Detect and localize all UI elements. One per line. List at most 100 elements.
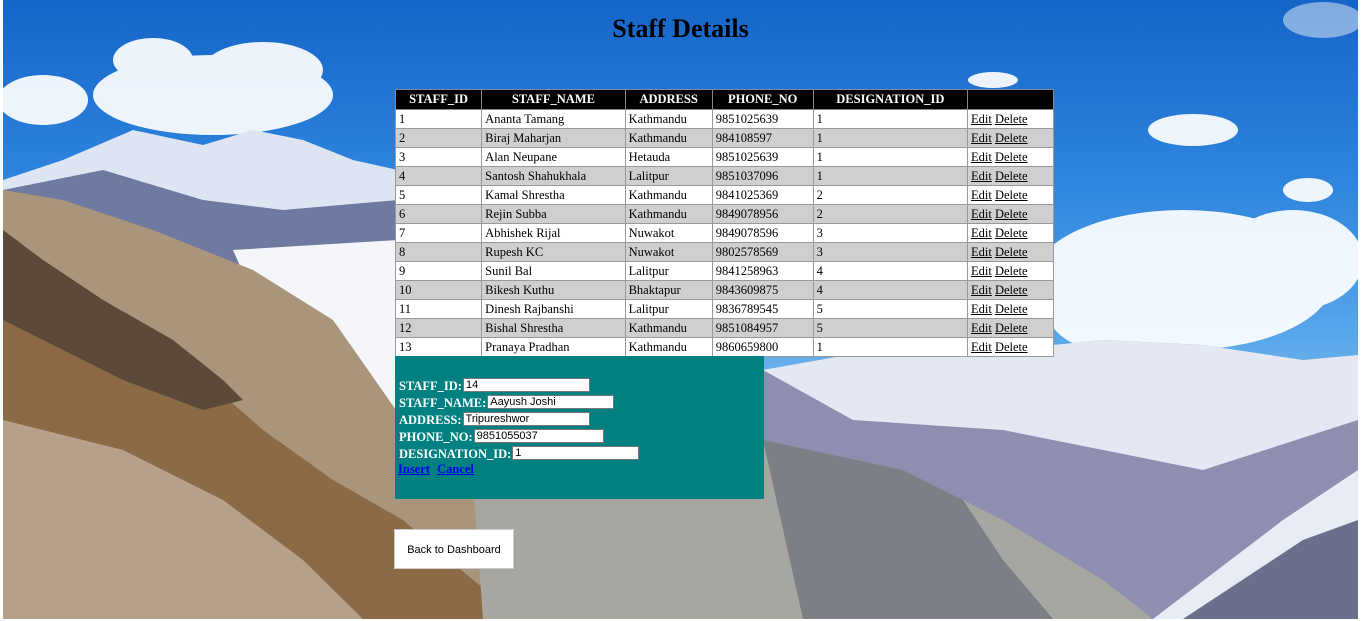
delete-link[interactable]: Delete bbox=[995, 340, 1028, 354]
staff-id-label: STAFF_ID: bbox=[399, 379, 462, 393]
edit-link[interactable]: Edit bbox=[971, 340, 992, 354]
staff-id-input[interactable] bbox=[462, 378, 590, 392]
actions-cell: Edit Delete bbox=[966, 261, 1055, 281]
staff-id-cell: 2 bbox=[394, 128, 483, 148]
phone-no-cell: 9841025369 bbox=[711, 185, 814, 205]
table-row: 1 Ananta Tamang Kathmandu 9851025639 1 Edit D… bbox=[394, 109, 1055, 129]
phone-no-cell: 984108597 bbox=[711, 128, 814, 148]
designation-id-input[interactable] bbox=[512, 446, 640, 460]
staff-table-body: 1 Ananta Tamang Kathmandu 9851025639 1 Edit D… bbox=[394, 109, 1055, 357]
delete-link[interactable]: Delete bbox=[995, 188, 1028, 202]
actions-cell: Edit Delete bbox=[966, 147, 1055, 167]
staff-id-cell: 6 bbox=[394, 204, 483, 224]
form-actions: Insert Cancel bbox=[398, 462, 478, 477]
back-to-dashboard-button[interactable]: Back to Dashboard bbox=[394, 529, 514, 569]
staff-name-cell: Sunil Bal bbox=[481, 261, 626, 281]
staff-table: STAFF_ID STAFF_NAME ADDRESS PHONE_NO DES… bbox=[394, 89, 1055, 357]
staff-name-input[interactable] bbox=[487, 395, 615, 409]
phone-no-input[interactable] bbox=[473, 429, 604, 443]
staff-name-cell: Biraj Maharjan bbox=[481, 128, 626, 148]
designation-id-cell: 2 bbox=[812, 185, 968, 205]
delete-link[interactable]: Delete bbox=[995, 150, 1028, 164]
staff-name-cell: Rupesh KC bbox=[481, 242, 626, 262]
staff-name-cell: Ananta Tamang bbox=[481, 109, 626, 129]
delete-link[interactable]: Delete bbox=[995, 283, 1028, 297]
phone-no-row: PHONE_NO: bbox=[399, 429, 604, 445]
designation-id-cell: 5 bbox=[812, 299, 968, 319]
phone-no-cell: 9851037096 bbox=[711, 166, 814, 186]
designation-id-cell: 3 bbox=[812, 223, 968, 243]
cancel-link[interactable]: Cancel bbox=[437, 462, 474, 476]
staff-id-cell: 11 bbox=[394, 299, 483, 319]
designation-id-cell: 3 bbox=[812, 242, 968, 262]
phone-no-label: PHONE_NO: bbox=[399, 430, 473, 444]
designation-id-cell: 1 bbox=[812, 337, 968, 357]
actions-cell: Edit Delete bbox=[966, 204, 1055, 224]
delete-link[interactable]: Delete bbox=[995, 245, 1028, 259]
edit-link[interactable]: Edit bbox=[971, 207, 992, 221]
phone-no-cell: 9849078596 bbox=[711, 223, 814, 243]
phone-no-cell: 9836789545 bbox=[711, 299, 814, 319]
staff-name-cell: Bishal Shrestha bbox=[481, 318, 626, 338]
address-row: ADDRESS: bbox=[399, 412, 590, 428]
designation-id-cell: 4 bbox=[812, 280, 968, 300]
staff-name-cell: Pranaya Pradhan bbox=[481, 337, 626, 357]
delete-link[interactable]: Delete bbox=[995, 302, 1028, 316]
address-cell: Kathmandu bbox=[624, 185, 713, 205]
header-address: ADDRESS bbox=[624, 89, 713, 110]
edit-link[interactable]: Edit bbox=[971, 112, 992, 126]
table-row: 6 Rejin Subba Kathmandu 9849078956 2 Edit Del… bbox=[394, 204, 1055, 224]
staff-name-cell: Rejin Subba bbox=[481, 204, 626, 224]
delete-link[interactable]: Delete bbox=[995, 207, 1028, 221]
edit-link[interactable]: Edit bbox=[971, 169, 992, 183]
staff-id-cell: 4 bbox=[394, 166, 483, 186]
delete-link[interactable]: Delete bbox=[995, 226, 1028, 240]
staff-name-cell: Dinesh Rajbanshi bbox=[481, 299, 626, 319]
actions-cell: Edit Delete bbox=[966, 299, 1055, 319]
phone-no-cell: 9860659800 bbox=[711, 337, 814, 357]
table-row: 4 Santosh Shahukhala Lalitpur 9851037096 1 Ed… bbox=[394, 166, 1055, 186]
table-row: 10 Bikesh Kuthu Bhaktapur 9843609875 4 Edit D… bbox=[394, 280, 1055, 300]
delete-link[interactable]: Delete bbox=[995, 169, 1028, 183]
actions-cell: Edit Delete bbox=[966, 280, 1055, 300]
table-row: 11 Dinesh Rajbanshi Lalitpur 9836789545 5 Edi… bbox=[394, 299, 1055, 319]
staff-id-cell: 7 bbox=[394, 223, 483, 243]
edit-link[interactable]: Edit bbox=[971, 150, 992, 164]
designation-id-cell: 5 bbox=[812, 318, 968, 338]
table-row: 5 Kamal Shrestha Kathmandu 9841025369 2 Edit … bbox=[394, 185, 1055, 205]
staff-name-cell: Kamal Shrestha bbox=[481, 185, 626, 205]
table-row: 8 Rupesh KC Nuwakot 9802578569 3 Edit Delete bbox=[394, 242, 1055, 262]
address-cell: Kathmandu bbox=[624, 204, 713, 224]
actions-cell: Edit Delete bbox=[966, 337, 1055, 357]
insert-link[interactable]: Insert bbox=[398, 462, 430, 476]
delete-link[interactable]: Delete bbox=[995, 321, 1028, 335]
edit-link[interactable]: Edit bbox=[971, 245, 992, 259]
staff-id-cell: 1 bbox=[394, 109, 483, 129]
edit-link[interactable]: Edit bbox=[971, 131, 992, 145]
header-designation-id: DESIGNATION_ID bbox=[812, 89, 968, 110]
staff-name-cell: Santosh Shahukhala bbox=[481, 166, 626, 186]
delete-link[interactable]: Delete bbox=[995, 112, 1028, 126]
edit-link[interactable]: Edit bbox=[971, 188, 992, 202]
address-cell: Bhaktapur bbox=[624, 280, 713, 300]
address-cell: Kathmandu bbox=[624, 128, 713, 148]
header-actions bbox=[966, 89, 1055, 110]
staff-name-cell: Bikesh Kuthu bbox=[481, 280, 626, 300]
actions-cell: Edit Delete bbox=[966, 109, 1055, 129]
edit-link[interactable]: Edit bbox=[971, 264, 992, 278]
designation-id-cell: 1 bbox=[812, 147, 968, 167]
table-header-row: STAFF_ID STAFF_NAME ADDRESS PHONE_NO DES… bbox=[394, 89, 1055, 110]
edit-link[interactable]: Edit bbox=[971, 226, 992, 240]
delete-link[interactable]: Delete bbox=[995, 131, 1028, 145]
edit-link[interactable]: Edit bbox=[971, 283, 992, 297]
address-input[interactable] bbox=[462, 412, 590, 426]
address-cell: Kathmandu bbox=[624, 318, 713, 338]
staff-name-cell: Abhishek Rijal bbox=[481, 223, 626, 243]
delete-link[interactable]: Delete bbox=[995, 264, 1028, 278]
address-cell: Kathmandu bbox=[624, 337, 713, 357]
edit-link[interactable]: Edit bbox=[971, 321, 992, 335]
designation-id-row: DESIGNATION_ID: bbox=[399, 446, 640, 462]
edit-link[interactable]: Edit bbox=[971, 302, 992, 316]
actions-cell: Edit Delete bbox=[966, 166, 1055, 186]
phone-no-cell: 9849078956 bbox=[711, 204, 814, 224]
